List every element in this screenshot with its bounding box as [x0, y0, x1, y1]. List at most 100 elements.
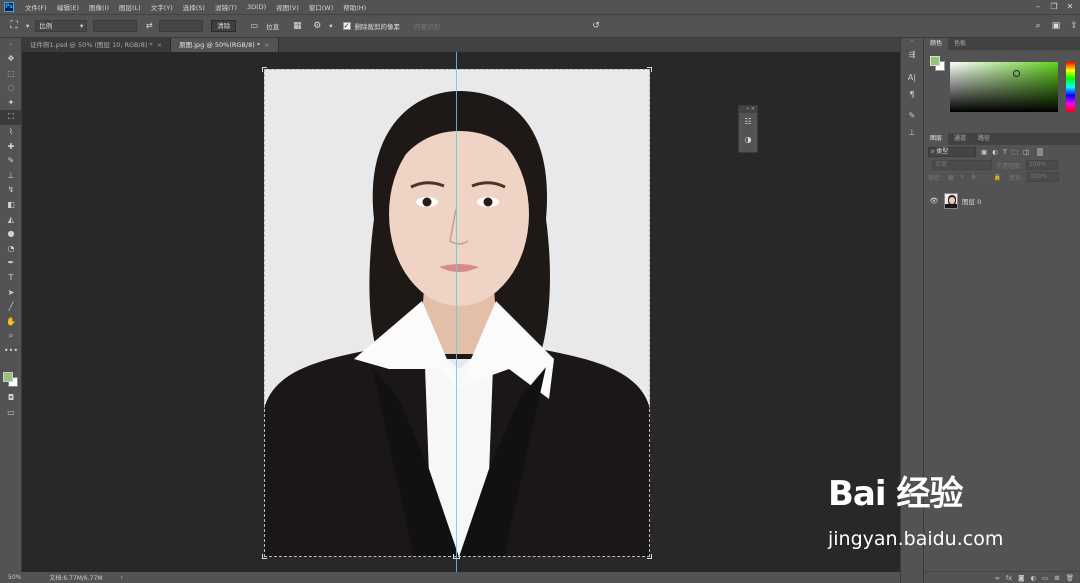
shape-filter-icon[interactable]: ⬚	[1012, 148, 1018, 156]
link-layers-icon[interactable]: ∞	[995, 574, 1000, 582]
close-icon[interactable]: ×	[264, 41, 269, 49]
center-guide-line[interactable]	[456, 52, 457, 572]
zoom-tool-icon[interactable]: ⌕	[0, 329, 22, 344]
fill-input[interactable]: 100%	[1026, 172, 1059, 182]
clone-stamp-tool-icon[interactable]: ⊥	[0, 169, 22, 184]
minimize-icon[interactable]: –	[1030, 0, 1046, 14]
clear-button[interactable]: 清除	[211, 20, 237, 32]
dodge-tool-icon[interactable]: ◔	[0, 242, 22, 257]
height-input[interactable]	[159, 20, 204, 32]
history-brush-tool-icon[interactable]: ↯	[0, 183, 22, 198]
lock-paint-icon[interactable]: ✎	[960, 174, 965, 181]
foreground-color-swatch[interactable]	[3, 372, 13, 382]
menu-filter[interactable]: 滤镜(T)	[210, 2, 242, 12]
blend-mode-select[interactable]: 正常	[932, 160, 992, 170]
fx-icon[interactable]: fx	[1006, 574, 1012, 582]
pen-tool-icon[interactable]: ✒	[0, 256, 22, 271]
search-icon[interactable]: ⌕	[1030, 19, 1046, 33]
restore-icon[interactable]: ❐	[1046, 0, 1062, 14]
new-group-icon[interactable]: ▭	[1042, 574, 1048, 582]
lasso-tool-icon[interactable]: ◌	[0, 81, 22, 96]
marquee-tool-icon[interactable]: ⬚	[0, 67, 22, 82]
eraser-tool-icon[interactable]: ◧	[0, 198, 22, 213]
tab-document-1[interactable]: 证件照1.psd @ 50% (图层 10, RGB/8) * ×	[22, 38, 172, 52]
menu-select[interactable]: 选择(S)	[178, 2, 210, 12]
menu-image[interactable]: 图像(I)	[84, 2, 114, 12]
lock-artboard-icon[interactable]: ⬚	[982, 174, 988, 181]
crop-tool-icon[interactable]: ⛶	[0, 110, 22, 125]
chevron-down-icon[interactable]: ▾	[26, 22, 29, 30]
add-mask-icon[interactable]: ◙	[1018, 574, 1024, 582]
chevron-right-icon[interactable]: ›	[120, 574, 122, 581]
gear-icon[interactable]: ⚙	[309, 19, 325, 33]
menu-view[interactable]: 视图(V)	[271, 2, 304, 12]
crop-handle-bottom-left[interactable]	[262, 554, 267, 559]
paint-bucket-tool-icon[interactable]: ◭	[0, 213, 22, 228]
width-input[interactable]	[93, 20, 138, 32]
ratio-select[interactable]: 比例 ▾	[35, 20, 88, 32]
adjustment-layer-icon[interactable]: ◐	[1030, 574, 1036, 582]
menu-file[interactable]: 文件(F)	[20, 2, 52, 12]
overlay-grid-icon[interactable]: ▦	[289, 19, 305, 33]
adjustments-icon[interactable]: ◑	[739, 131, 757, 149]
workspace-icon[interactable]: ▣	[1048, 19, 1064, 33]
eyedropper-tool-icon[interactable]: ⌇	[0, 125, 22, 140]
hand-tool-icon[interactable]: ✋	[0, 315, 22, 330]
magic-wand-tool-icon[interactable]: ✦	[0, 96, 22, 111]
filter-toggle[interactable]	[1037, 148, 1044, 156]
menu-window[interactable]: 窗口(W)	[304, 2, 339, 12]
swap-icon[interactable]: ⇄	[141, 19, 157, 33]
line-tool-icon[interactable]: ╱	[0, 300, 22, 315]
close-icon[interactable]: ✕	[1062, 0, 1078, 14]
path-selection-tool-icon[interactable]: ➤	[0, 286, 22, 301]
tab-color[interactable]: 颜色	[924, 38, 949, 50]
crop-handle-bottom-right[interactable]	[647, 554, 652, 559]
lock-pixels-icon[interactable]: ▦	[948, 174, 954, 181]
canvas-area[interactable]: » × ☷ ◑	[23, 52, 900, 572]
zoom-level[interactable]: 50%	[8, 574, 21, 581]
panel-grip-icon[interactable]: »	[0, 38, 21, 52]
delete-cropped-checkbox[interactable]: ✓	[342, 22, 351, 30]
reset-icon[interactable]: ↺	[588, 19, 604, 33]
quick-mask-icon[interactable]: ◘	[0, 391, 22, 406]
crop-handle-top-left[interactable]	[262, 67, 267, 72]
tab-layers[interactable]: 图层	[924, 133, 949, 145]
tab-channels[interactable]: 通道	[948, 133, 972, 145]
properties-icon[interactable]: ☷	[739, 113, 757, 131]
brush-panel-icon[interactable]: ✎	[901, 107, 923, 124]
new-layer-icon[interactable]: ⊞	[1054, 574, 1059, 582]
brush-tool-icon[interactable]: ✎	[0, 154, 22, 169]
menu-3d[interactable]: 3D(D)	[242, 3, 271, 11]
eye-icon[interactable]: 👁	[928, 197, 940, 205]
healing-brush-tool-icon[interactable]: ✚	[0, 140, 22, 155]
straighten-icon[interactable]: ▭	[246, 19, 262, 33]
layer-row[interactable]: 👁 图层 0	[924, 191, 1080, 211]
hue-slider[interactable]	[1066, 62, 1075, 112]
menu-help[interactable]: 帮助(H)	[338, 2, 371, 12]
close-icon[interactable]: ×	[157, 41, 162, 49]
panel-grip-icon[interactable]: «	[901, 38, 923, 46]
menu-type[interactable]: 文字(Y)	[146, 2, 178, 12]
trash-icon[interactable]: 🗑	[1066, 574, 1074, 582]
straighten-label[interactable]: 拉直	[266, 21, 279, 31]
tab-swatches[interactable]: 色板	[948, 38, 972, 50]
collapse-icon[interactable]: » ×	[739, 106, 757, 113]
more-tools-icon[interactable]: •••	[0, 344, 22, 359]
paragraph-panel-icon[interactable]: ¶	[901, 86, 923, 103]
type-filter-icon[interactable]: T	[1003, 148, 1007, 156]
menu-layer[interactable]: 图层(L)	[114, 2, 146, 12]
crop-handle-top-right[interactable]	[647, 67, 652, 72]
menu-edit[interactable]: 编辑(E)	[52, 2, 84, 12]
character-panel-icon[interactable]: A|	[901, 69, 923, 86]
lock-icon[interactable]: 🔒	[993, 174, 1000, 181]
pixel-filter-icon[interactable]: ▣	[981, 148, 987, 156]
foreground-color-swatch[interactable]	[930, 56, 940, 66]
type-tool-icon[interactable]: T	[0, 271, 22, 286]
screen-mode-icon[interactable]: ▭	[0, 406, 22, 421]
opacity-input[interactable]: 100%	[1026, 160, 1059, 170]
share-icon[interactable]: ⇪	[1066, 19, 1080, 33]
color-picker-marker[interactable]	[1013, 70, 1020, 77]
chevron-down-icon[interactable]: ▾	[329, 22, 332, 30]
crop-tool-icon[interactable]: ⛶	[6, 19, 22, 33]
adjustment-filter-icon[interactable]: ◐	[992, 148, 998, 156]
